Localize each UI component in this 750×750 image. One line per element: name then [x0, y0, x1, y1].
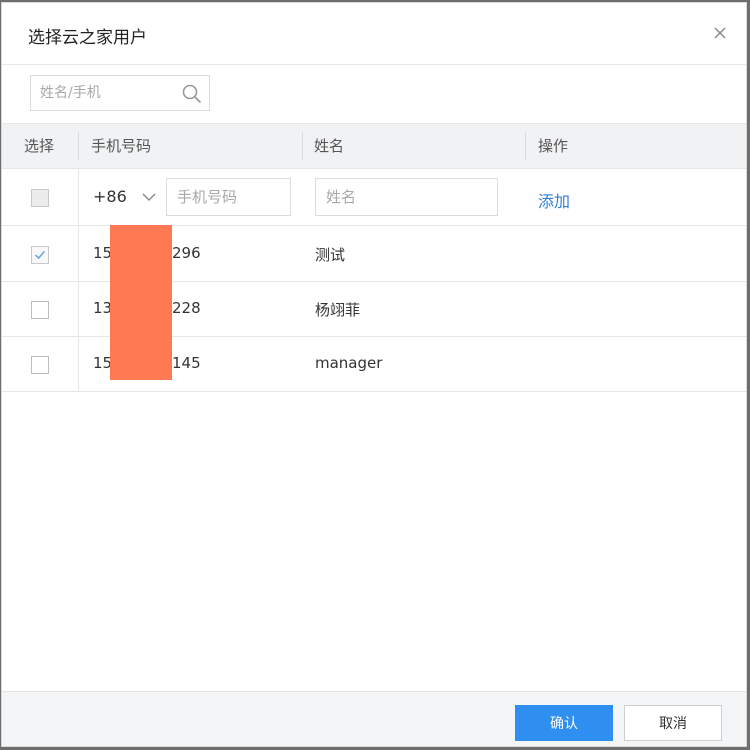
header-name: 姓名 — [314, 137, 345, 155]
header-divider — [525, 132, 526, 160]
search-icon[interactable] — [181, 83, 203, 105]
checkmark-icon — [35, 250, 45, 260]
phone-suffix: 228 — [172, 299, 201, 317]
row-checkbox[interactable] — [31, 246, 49, 264]
phone-field — [166, 178, 291, 216]
search-box — [30, 75, 210, 111]
cancel-button[interactable]: 取消 — [624, 705, 722, 741]
user-name: manager — [315, 354, 383, 372]
country-code: +86 — [93, 187, 127, 206]
dialog-header: 选择云之家用户 — [2, 3, 746, 65]
redaction-block — [110, 225, 172, 380]
name-field — [315, 178, 498, 216]
header-phone: 手机号码 — [91, 137, 152, 155]
phone-suffix: 145 — [172, 354, 201, 372]
header-select: 选择 — [24, 137, 55, 155]
user-name: 测试 — [315, 246, 346, 264]
name-input[interactable] — [316, 179, 497, 215]
add-link[interactable]: 添加 — [538, 188, 570, 212]
table-header: 选择 手机号码 姓名 操作 — [2, 123, 746, 169]
dialog-title: 选择云之家用户 — [28, 28, 147, 48]
close-icon[interactable] — [710, 23, 730, 43]
user-name: 杨翊菲 — [315, 301, 361, 319]
row-checkbox[interactable] — [31, 356, 49, 374]
confirm-button[interactable]: 确认 — [515, 705, 613, 741]
header-divider — [302, 132, 303, 160]
select-user-dialog: 选择云之家用户 选择 手机号码 姓名 操作 +86 添加 — [1, 2, 747, 747]
add-row-checkbox — [31, 189, 49, 207]
chevron-down-icon[interactable] — [141, 191, 157, 203]
header-divider — [78, 132, 79, 160]
phone-suffix: 296 — [172, 244, 201, 262]
phone-input[interactable] — [167, 179, 290, 215]
row-checkbox[interactable] — [31, 301, 49, 319]
dialog-footer: 确认 取消 — [2, 691, 746, 746]
header-action: 操作 — [538, 137, 569, 155]
search-input[interactable] — [31, 76, 179, 110]
